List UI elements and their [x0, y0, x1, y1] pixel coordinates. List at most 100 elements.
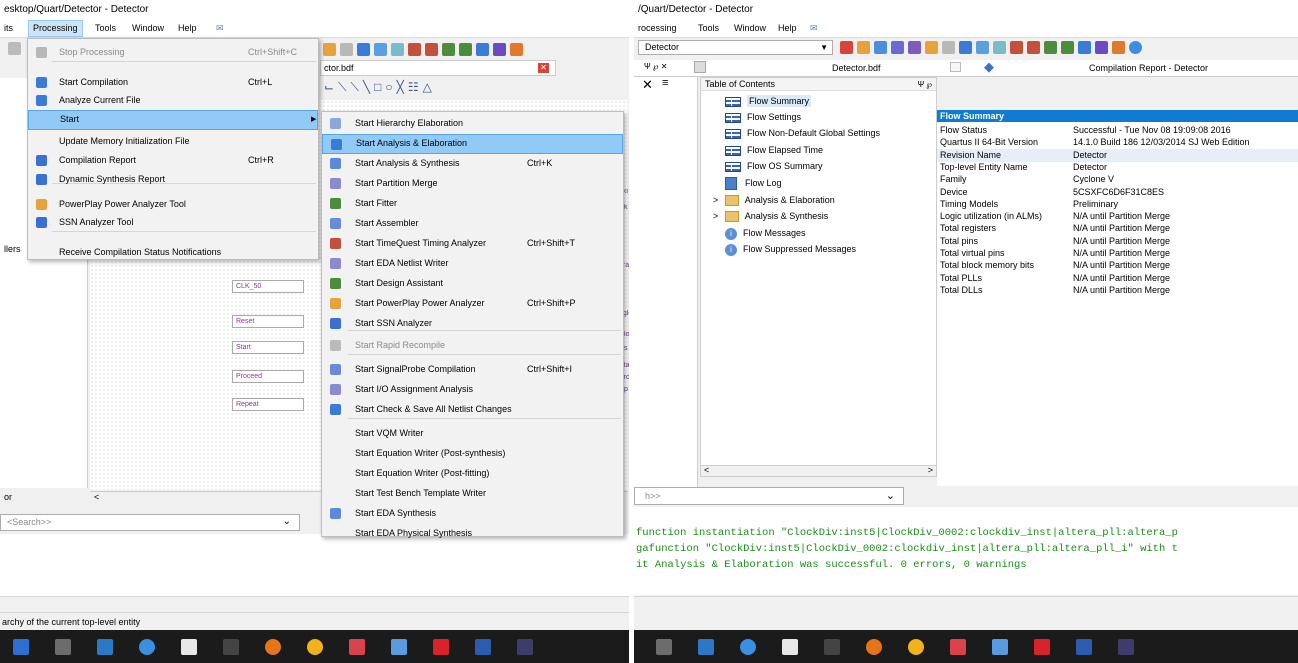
submenu-item-start-assembler[interactable]: Start Assembler [322, 214, 623, 234]
netlist-icon[interactable] [425, 43, 438, 56]
submenu-item-start-design-assistant[interactable]: Start Design Assistant [322, 274, 623, 294]
paint-icon[interactable] [950, 638, 966, 655]
entity-dropdown[interactable]: Detector ▼ [638, 40, 833, 55]
toc-item-analysis-synthesis[interactable]: > Analysis & Synthesis [713, 208, 828, 224]
menu-item-dynamic-synthesis-report[interactable]: Dynamic Synthesis Report [28, 170, 318, 190]
submenu-item-start-vqm-writer[interactable]: Start VQM Writer [322, 424, 623, 444]
line-tool-icon[interactable]: ⌙ [324, 80, 334, 94]
programmer-icon[interactable] [493, 43, 506, 56]
menu-item-stop-processing[interactable]: Stop Processing Ctrl+Shift+C [28, 43, 318, 63]
pencil-icon[interactable] [874, 41, 887, 54]
toc-item-flow-os-summary[interactable]: Flow OS Summary [725, 158, 823, 174]
terminal-icon[interactable] [223, 638, 239, 655]
help-icon[interactable] [1129, 41, 1142, 54]
compile-icon[interactable] [323, 43, 336, 56]
help-bubble-icon[interactable]: ✉ [212, 20, 228, 37]
menu-window[interactable]: Window [128, 20, 168, 37]
submenu-item-start-rapid-recompile[interactable]: Start Rapid Recompile [322, 336, 623, 356]
submenu-item-start-fitter[interactable]: Start Fitter [322, 194, 623, 214]
assistant-icon[interactable] [442, 43, 455, 56]
submenu-item-start-eda-synthesis[interactable]: Start EDA Synthesis [322, 504, 623, 524]
browser-icon[interactable] [740, 638, 756, 655]
stop-icon[interactable] [340, 43, 353, 56]
menu-item-compilation-report[interactable]: Compilation Report Ctrl+R [28, 151, 318, 171]
app-icon[interactable] [517, 638, 533, 655]
toc-scrollbar[interactable]: < > [700, 465, 937, 477]
chevron-down-icon[interactable]: ⌄ [283, 516, 291, 527]
quartus-icon[interactable] [391, 638, 407, 655]
submenu-item-start-signalprobe-compilation[interactable]: Start SignalProbe Compilation Ctrl+Shift+… [322, 360, 623, 380]
pdf-icon[interactable] [1034, 638, 1050, 655]
panel-controls[interactable]: Ψ ℘ ✕ [644, 62, 667, 71]
tab-compilation-report[interactable]: Compilation Report - Detector [1089, 63, 1208, 73]
analysis-icon[interactable] [976, 41, 989, 54]
input-port[interactable]: Repeat [232, 398, 304, 411]
toc-item-flow-settings[interactable]: Flow Settings [725, 109, 801, 125]
expand-chevron-icon[interactable]: > [713, 211, 721, 221]
media-icon[interactable] [698, 638, 714, 655]
toc-item-flow-elapsed-time[interactable]: Flow Elapsed Time [725, 142, 823, 158]
submenu-item-start-test-bench-template-writer[interactable]: Start Test Bench Template Writer [322, 484, 623, 504]
close-icon[interactable]: ✕ [642, 77, 653, 93]
menu-processing[interactable]: Processing [28, 20, 83, 37]
chip-planner-icon[interactable] [476, 43, 489, 56]
play-icon[interactable] [959, 41, 972, 54]
chip-icon[interactable] [891, 41, 904, 54]
flip-icon[interactable]: △ [423, 80, 432, 94]
netlist-icon[interactable] [1027, 41, 1040, 54]
play-icon[interactable] [357, 43, 370, 56]
timing-icon[interactable] [408, 43, 421, 56]
chevron-down-icon[interactable]: ⌄ [886, 489, 895, 502]
terminal-icon[interactable] [824, 638, 840, 655]
submenu-item-start-eda-physical-synthesis[interactable]: Start EDA Physical Synthesis [322, 524, 623, 544]
toc-item-flow-log[interactable]: Flow Log [725, 175, 782, 191]
input-port[interactable]: CLK_50 [232, 280, 304, 293]
submenu-item-start-powerplay-power-analyzer[interactable]: Start PowerPlay Power Analyzer Ctrl+Shift… [322, 294, 623, 314]
pin-planner-icon[interactable] [1061, 41, 1074, 54]
submenu-item-start-analysis-elaboration[interactable]: Start Analysis & Elaboration [322, 134, 623, 154]
submenu-item-start-hierarchy-elaboration[interactable]: Start Hierarchy Elaboration [322, 114, 623, 134]
file-icon[interactable] [181, 638, 197, 655]
menu-processing[interactable]: rocessing [634, 20, 681, 37]
menu-item-start[interactable]: Start ▶ [28, 110, 318, 130]
submenu-item-start-i-o-assignment-analysis[interactable]: Start I/O Assignment Analysis [322, 380, 623, 400]
scroll-left-icon[interactable]: < [704, 465, 709, 475]
timing-icon[interactable] [1010, 41, 1023, 54]
submenu-item-start-equation-writer-post-synthesis[interactable]: Start Equation Writer (Post-synthesis) [322, 444, 623, 464]
wizard-icon[interactable] [857, 41, 870, 54]
chrome-icon[interactable] [307, 638, 323, 655]
menu-icon[interactable]: ≡ [662, 77, 668, 89]
diagonal-line-icon[interactable]: ⟍ [338, 80, 346, 95]
submenu-item-start-check-save-all-netlist-changes[interactable]: Start Check & Save All Netlist Changes [322, 400, 623, 420]
submenu-item-start-ssn-analyzer[interactable]: Start SSN Analyzer [322, 314, 623, 334]
refresh-icon[interactable] [8, 42, 21, 55]
menu-help[interactable]: Help [774, 20, 801, 37]
expand-chevron-icon[interactable]: > [713, 195, 721, 205]
search-field[interactable]: <Search>> ⌄ [0, 514, 300, 531]
help-bubble-icon[interactable]: ✉ [806, 20, 822, 37]
pin-icon[interactable]: Ψ ℘ [918, 78, 932, 91]
paint-icon[interactable] [349, 638, 365, 655]
analysis-icon[interactable] [374, 43, 387, 56]
submenu-item-start-eda-netlist-writer[interactable]: Start EDA Netlist Writer [322, 254, 623, 274]
input-port[interactable]: Reset [232, 315, 304, 328]
message-line[interactable]: gafunction "ClockDiv:inst5|ClockDiv_0002… [636, 543, 1178, 555]
menu-tools[interactable]: Tools [91, 20, 120, 37]
pin-planner-icon[interactable] [459, 43, 472, 56]
arc-icon[interactable]: ╲ [363, 80, 370, 94]
tab-detector-bdf[interactable]: Detector.bdf [832, 63, 881, 73]
browser-icon[interactable] [139, 638, 155, 655]
scroll-right-icon[interactable]: > [928, 465, 933, 475]
calculator-icon[interactable] [656, 638, 672, 655]
menu-tools[interactable]: Tools [694, 20, 723, 37]
toc-item-flow-suppressed-messages[interactable]: i Flow Suppressed Messages [725, 241, 856, 257]
dropdown-arrow-icon[interactable]: ▼ [820, 41, 828, 54]
menu-item-analyze-current-file[interactable]: Analyze Current File [28, 91, 318, 111]
submenu-item-start-equation-writer-post-fitting[interactable]: Start Equation Writer (Post-fitting) [322, 464, 623, 484]
fitter-icon[interactable] [993, 41, 1006, 54]
compile-icon[interactable] [925, 41, 938, 54]
fitter-icon[interactable] [391, 43, 404, 56]
word-icon[interactable] [475, 638, 491, 655]
toc-item-analysis-elaboration[interactable]: > Analysis & Elaboration [713, 192, 835, 208]
menu-assignments[interactable]: its [0, 20, 17, 37]
